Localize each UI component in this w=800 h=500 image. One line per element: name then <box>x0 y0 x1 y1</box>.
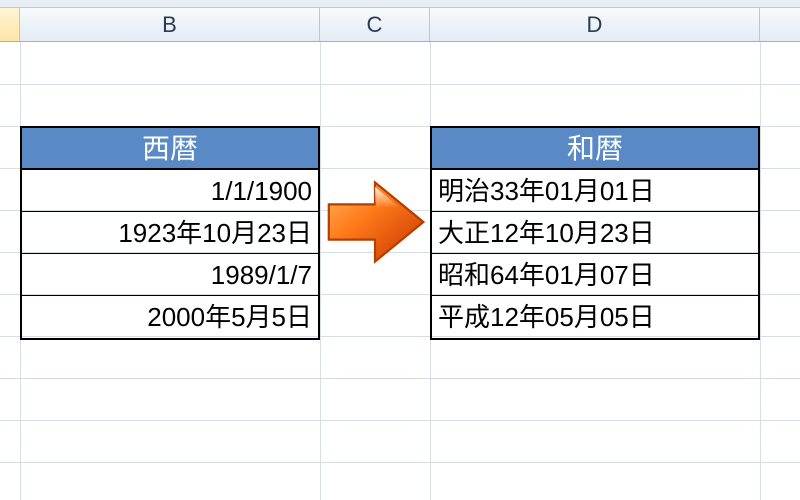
spreadsheet-view: B C D 西暦 1/1/1900 1923年10月23日 <box>0 0 800 500</box>
col-header-D[interactable]: D <box>430 8 760 41</box>
header-text: 西暦 <box>142 133 198 164</box>
app-chrome-strip <box>0 0 800 8</box>
cell-value: 平成12年05月05日 <box>438 302 655 332</box>
col-header-E[interactable] <box>760 8 800 41</box>
table-row[interactable]: 平成12年05月05日 <box>432 296 758 338</box>
left-table: 西暦 1/1/1900 1923年10月23日 1989/1/7 2000年5月… <box>20 126 320 340</box>
table-row[interactable]: 昭和64年01月07日 <box>432 254 758 296</box>
cell-value: 1/1/1900 <box>211 176 312 206</box>
col-header-label: D <box>587 12 603 38</box>
table-row[interactable]: 1923年10月23日 <box>22 212 318 254</box>
cell-value: 1989/1/7 <box>211 260 312 290</box>
cell-value: 明治33年01月01日 <box>438 176 655 206</box>
col-header-label: C <box>367 12 383 38</box>
table-row[interactable]: 1989/1/7 <box>22 254 318 296</box>
table-row[interactable]: 大正12年10月23日 <box>432 212 758 254</box>
table-row[interactable]: 2000年5月5日 <box>22 296 318 338</box>
right-arrow-icon <box>320 167 430 277</box>
header-text: 和暦 <box>567 133 623 164</box>
cell-value: 大正12年10月23日 <box>438 218 655 248</box>
table-row[interactable]: 明治33年01月01日 <box>432 170 758 212</box>
right-table-header: 和暦 <box>432 128 758 170</box>
cell-value: 昭和64年01月07日 <box>438 260 655 290</box>
right-table: 和暦 明治33年01月01日 大正12年10月23日 昭和64年01月07日 平… <box>430 126 760 340</box>
col-header-A[interactable] <box>0 8 20 41</box>
cell-value: 2000年5月5日 <box>147 302 312 332</box>
col-header-label: B <box>162 12 177 38</box>
left-table-header: 西暦 <box>22 128 318 170</box>
table-row[interactable]: 1/1/1900 <box>22 170 318 212</box>
cell-value: 1923年10月23日 <box>118 218 312 248</box>
grid-area[interactable]: 西暦 1/1/1900 1923年10月23日 1989/1/7 2000年5月… <box>0 42 800 500</box>
col-header-B[interactable]: B <box>20 8 320 41</box>
col-header-C[interactable]: C <box>320 8 430 41</box>
column-header-row: B C D <box>0 8 800 42</box>
